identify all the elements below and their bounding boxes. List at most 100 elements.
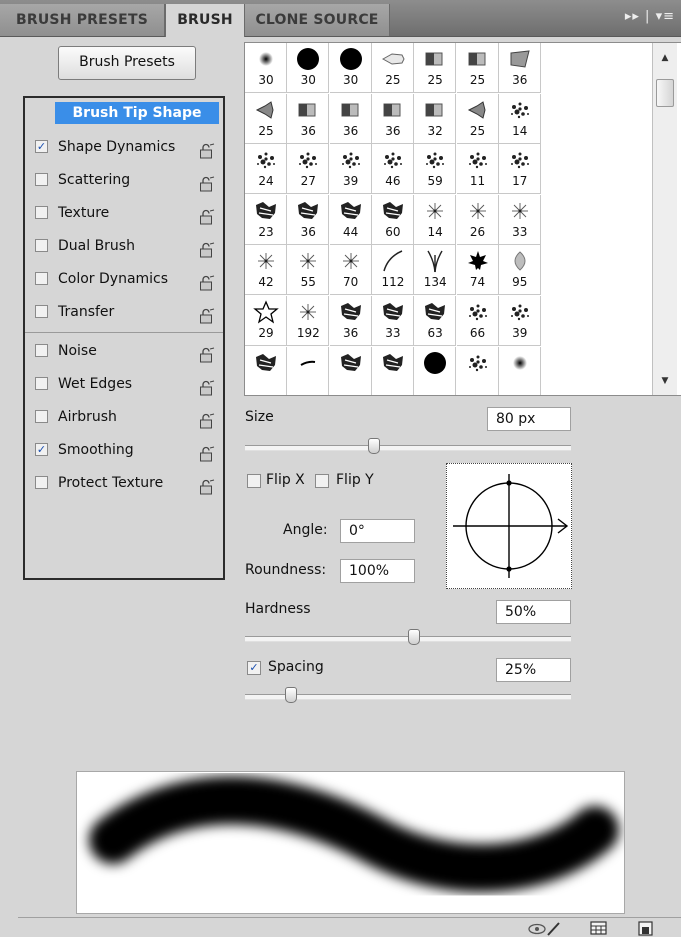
- brush-tip-cell[interactable]: 36: [329, 93, 372, 144]
- lock-icon[interactable]: [199, 343, 215, 363]
- brush-tip-cell[interactable]: 14: [498, 93, 541, 144]
- brush-tip-cell[interactable]: 46: [371, 144, 414, 195]
- lock-icon[interactable]: [199, 475, 215, 495]
- brush-tip-cell[interactable]: 33: [498, 194, 541, 245]
- brush-tip-cell[interactable]: [414, 346, 457, 395]
- flip-x-checkbox[interactable]: [247, 474, 261, 488]
- option-checkbox[interactable]: [35, 377, 48, 390]
- size-field[interactable]: 80 px: [487, 407, 571, 431]
- angle-roundness-widget[interactable]: [446, 463, 572, 589]
- option-checkbox[interactable]: [35, 410, 48, 423]
- lock-icon[interactable]: [199, 238, 215, 258]
- brush-presets-button[interactable]: Brush Presets: [58, 46, 196, 80]
- brush-tip-cell[interactable]: 39: [498, 296, 541, 346]
- option-checkbox[interactable]: ✓: [35, 443, 48, 456]
- brush-tip-cell[interactable]: 32: [414, 93, 457, 144]
- option-checkbox[interactable]: [35, 344, 48, 357]
- option-checkbox[interactable]: ✓: [35, 140, 48, 153]
- option-item-noise[interactable]: Noise: [25, 335, 223, 368]
- lock-icon[interactable]: [199, 271, 215, 291]
- brush-tip-cell[interactable]: 29: [245, 296, 287, 346]
- brush-tip-shape-item[interactable]: Brush Tip Shape: [55, 102, 219, 124]
- brush-tip-cell[interactable]: 36: [287, 93, 330, 144]
- brush-tip-cell[interactable]: 23: [245, 194, 287, 245]
- brush-tip-cell[interactable]: [457, 346, 499, 395]
- option-checkbox[interactable]: [35, 272, 48, 285]
- option-item-smoothing[interactable]: ✓ Smoothing: [25, 434, 223, 467]
- lock-icon[interactable]: [199, 409, 215, 429]
- scrollbar-thumb[interactable]: [656, 79, 674, 107]
- option-item-wet-edges[interactable]: Wet Edges: [25, 368, 223, 401]
- brush-tip-cell[interactable]: 14: [414, 194, 457, 245]
- brush-tip-cell[interactable]: 36: [329, 296, 372, 346]
- option-item-transfer[interactable]: Transfer: [25, 296, 223, 329]
- brush-tip-cell[interactable]: 30: [329, 43, 372, 93]
- lock-icon[interactable]: [199, 172, 215, 192]
- brush-tip-cell[interactable]: 26: [456, 194, 499, 245]
- brush-tip-cell[interactable]: 11: [456, 144, 499, 195]
- option-checkbox[interactable]: [35, 476, 48, 489]
- lock-icon[interactable]: [199, 205, 215, 225]
- brush-tip-cell[interactable]: 70: [329, 245, 372, 296]
- brush-tip-cell[interactable]: 63: [414, 296, 457, 346]
- brush-tip-cell[interactable]: 42: [245, 245, 287, 296]
- angle-field[interactable]: 0°: [340, 519, 415, 543]
- panel-menu-icon[interactable]: ▸▸ | ▾≡: [625, 9, 675, 24]
- brush-tip-cell[interactable]: 25: [456, 43, 499, 93]
- brush-tip-cell[interactable]: 25: [245, 93, 287, 144]
- scroll-down-arrow-icon[interactable]: ▼: [653, 376, 677, 386]
- brush-tip-cell[interactable]: 59: [414, 144, 457, 195]
- brush-tip-cell[interactable]: 36: [371, 93, 414, 144]
- brush-tip-cell[interactable]: 60: [371, 194, 414, 245]
- brush-tip-cell[interactable]: [245, 346, 287, 395]
- brush-tip-cell[interactable]: 134: [414, 245, 457, 296]
- lock-icon[interactable]: [199, 139, 215, 159]
- brush-tip-cell[interactable]: 30: [245, 43, 287, 93]
- roundness-field[interactable]: 100%: [340, 559, 415, 583]
- option-item-shape-dynamics[interactable]: ✓ Shape Dynamics: [25, 131, 223, 164]
- spacing-checkbox[interactable]: ✓: [247, 661, 261, 675]
- option-item-scattering[interactable]: Scattering: [25, 164, 223, 197]
- brush-tip-cell[interactable]: 27: [287, 144, 330, 195]
- option-checkbox[interactable]: [35, 173, 48, 186]
- scroll-up-arrow-icon[interactable]: ▲: [653, 53, 677, 63]
- spacing-slider-thumb[interactable]: [284, 687, 297, 703]
- brush-tip-cell[interactable]: [499, 346, 541, 395]
- hardness-slider-thumb[interactable]: [407, 629, 420, 645]
- brush-tip-cell[interactable]: 30: [287, 43, 330, 93]
- size-slider-thumb[interactable]: [368, 438, 381, 454]
- eye-brush-icon[interactable]: [526, 920, 562, 937]
- brush-tip-cell[interactable]: [330, 346, 372, 395]
- spacing-field[interactable]: 25%: [496, 658, 571, 682]
- brush-tip-cell[interactable]: 25: [371, 43, 414, 93]
- option-item-protect-texture[interactable]: Protect Texture: [25, 467, 223, 500]
- brush-tip-cell[interactable]: 24: [245, 144, 287, 195]
- grid-icon[interactable]: [589, 920, 609, 937]
- option-item-color-dynamics[interactable]: Color Dynamics: [25, 263, 223, 296]
- brush-tip-cell[interactable]: 17: [498, 144, 541, 195]
- brush-tip-cell[interactable]: 39: [329, 144, 372, 195]
- brush-tip-cell[interactable]: 33: [371, 296, 414, 346]
- new-preset-icon[interactable]: [636, 920, 656, 937]
- brush-tip-cell[interactable]: 66: [456, 296, 499, 346]
- size-slider-track[interactable]: [245, 445, 571, 451]
- brush-tip-cell[interactable]: 112: [371, 245, 414, 296]
- brush-tip-cell[interactable]: 36: [287, 194, 330, 245]
- lock-icon[interactable]: [199, 442, 215, 462]
- option-item-airbrush[interactable]: Airbrush: [25, 401, 223, 434]
- option-checkbox[interactable]: [35, 305, 48, 318]
- tab-brush[interactable]: BRUSH: [165, 4, 245, 37]
- hardness-field[interactable]: 50%: [496, 600, 571, 624]
- lock-icon[interactable]: [199, 304, 215, 324]
- flip-y-checkbox[interactable]: [315, 474, 329, 488]
- option-item-texture[interactable]: Texture: [25, 197, 223, 230]
- brush-tip-cell[interactable]: 192: [287, 296, 330, 346]
- brush-tip-cell[interactable]: 36: [498, 43, 541, 93]
- brush-tip-cell[interactable]: [372, 346, 414, 395]
- tab-brush-presets[interactable]: BRUSH PRESETS: [0, 4, 165, 36]
- brush-tip-cell[interactable]: [287, 346, 330, 395]
- brush-tip-cell[interactable]: 55: [287, 245, 330, 296]
- lock-icon[interactable]: [199, 376, 215, 396]
- brush-tip-cell[interactable]: 74: [456, 245, 499, 296]
- option-item-dual-brush[interactable]: Dual Brush: [25, 230, 223, 263]
